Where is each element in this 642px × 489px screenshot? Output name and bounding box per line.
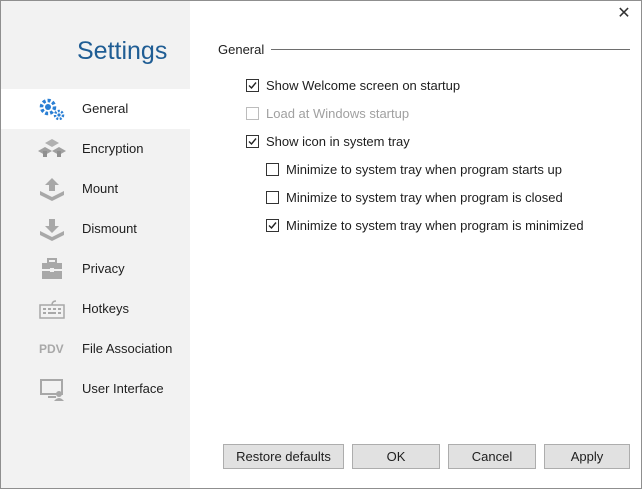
group-label-general: General	[218, 42, 265, 57]
gears-icon	[39, 98, 65, 121]
option-label: Show Welcome screen on startup	[266, 77, 461, 93]
option-row[interactable]: Minimize to system tray when program is …	[266, 216, 584, 234]
sidebar-item-encryption[interactable]: Encryption	[1, 129, 190, 169]
sidebar-item-label: Dismount	[82, 221, 137, 236]
sidebar-item-label: User Interface	[82, 381, 164, 396]
option-checkbox[interactable]	[246, 134, 259, 148]
option-row[interactable]: Minimize to system tray when program sta…	[266, 160, 562, 178]
mount-icon	[40, 178, 64, 201]
option-checkbox[interactable]	[246, 78, 259, 92]
sidebar-item-privacy[interactable]: Privacy	[1, 249, 190, 289]
sidebar-item-label: File Association	[82, 341, 173, 356]
sidebar-item-user-interface[interactable]: User Interface	[1, 369, 190, 409]
checkmark-icon	[248, 81, 257, 89]
sidebar-item-file-association[interactable]: PDV File Association	[1, 329, 190, 369]
sidebar-title: Settings	[77, 37, 168, 65]
sidebar-item-hotkeys[interactable]: Hotkeys	[1, 289, 190, 329]
group-divider	[271, 49, 630, 50]
sidebar-item-label: Privacy	[82, 261, 125, 276]
option-checkbox[interactable]	[266, 218, 279, 232]
option-label: Minimize to system tray when program sta…	[286, 161, 562, 177]
ok-button[interactable]: OK	[352, 444, 440, 469]
option-label: Show icon in system tray	[266, 133, 410, 149]
keyboard-icon	[39, 300, 65, 319]
sidebar-item-dismount[interactable]: Dismount	[1, 209, 190, 249]
sidebar-item-label: Mount	[82, 181, 119, 196]
option-checkbox[interactable]	[266, 162, 279, 176]
settings-window: Settings General Encryption Mount Dismou…	[0, 0, 642, 489]
option-row[interactable]: Show icon in system tray	[246, 132, 410, 150]
option-checkbox[interactable]	[266, 190, 279, 204]
option-row[interactable]: Minimize to system tray when program is …	[266, 188, 563, 206]
encryption-icon	[38, 139, 66, 157]
privacy-icon	[42, 258, 62, 279]
checkmark-icon	[268, 221, 277, 229]
option-checkbox	[246, 106, 259, 120]
option-label: Minimize to system tray when program is …	[286, 189, 563, 205]
user-interface-icon	[40, 379, 64, 401]
option-row: Load at Windows startup	[246, 104, 409, 122]
option-label: Minimize to system tray when program is …	[286, 217, 584, 233]
close-button[interactable]: ✕	[611, 3, 637, 25]
sidebar-item-general[interactable]: General	[1, 89, 190, 129]
restore-defaults-button[interactable]: Restore defaults	[223, 444, 344, 469]
checkmark-icon	[248, 137, 257, 145]
sidebar-item-mount[interactable]: Mount	[1, 169, 190, 209]
apply-button[interactable]: Apply	[544, 444, 630, 469]
option-label: Load at Windows startup	[266, 105, 410, 121]
sidebar-item-label: General	[82, 101, 129, 116]
sidebar-item-label: Hotkeys	[82, 301, 129, 316]
cancel-button[interactable]: Cancel	[448, 444, 536, 469]
dismount-icon	[40, 219, 64, 241]
pdv-icon: PDV	[39, 342, 64, 356]
sidebar-item-label: Encryption	[82, 141, 144, 156]
option-row[interactable]: Show Welcome screen on startup	[246, 76, 460, 94]
sidebar: Settings General Encryption Mount Dismou…	[1, 1, 190, 488]
